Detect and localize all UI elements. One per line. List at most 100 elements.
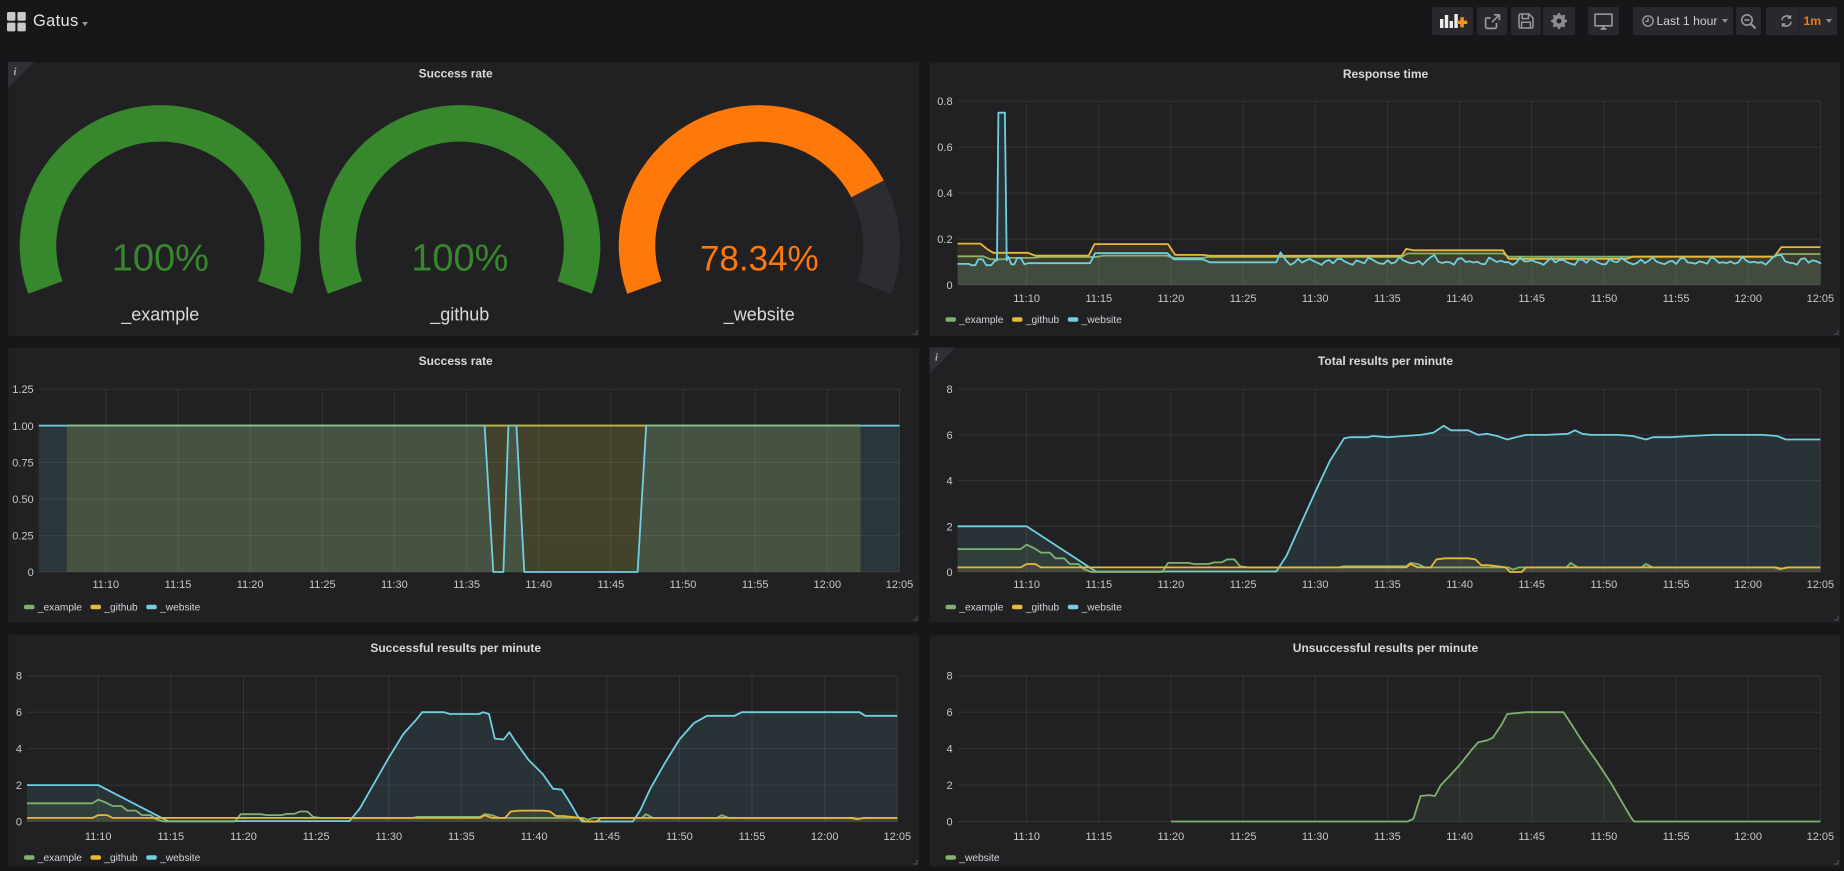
svg-text:_website: _website [1081,603,1123,614]
svg-text:0: 0 [16,817,22,829]
svg-text:11:15: 11:15 [1085,293,1112,305]
svg-text:0.6: 0.6 [937,142,952,154]
svg-text:0.25: 0.25 [12,531,33,543]
svg-text:Response time: Response time [1343,67,1429,81]
svg-text:_website: _website [1081,315,1123,326]
svg-text:100%: 100% [112,238,209,280]
svg-text:12:05: 12:05 [886,579,914,591]
svg-text:11:25: 11:25 [309,579,336,591]
svg-text:11:50: 11:50 [1591,293,1618,305]
svg-text:4: 4 [16,744,22,756]
svg-text:i: i [935,353,938,364]
svg-text:11:25: 11:25 [1230,831,1257,843]
svg-text:12:05: 12:05 [1807,579,1835,591]
svg-text:11:15: 11:15 [165,579,192,591]
svg-text:11:45: 11:45 [598,579,625,591]
svg-text:11:30: 11:30 [1302,579,1329,591]
svg-text:1.25: 1.25 [12,384,33,396]
svg-text:11:30: 11:30 [1302,831,1329,843]
svg-text:11:55: 11:55 [1663,831,1690,843]
svg-text:8: 8 [946,384,952,396]
svg-text:78.34%: 78.34% [700,240,819,279]
svg-text:_github: _github [1025,603,1060,614]
svg-text:11:40: 11:40 [1446,579,1473,591]
svg-text:i: i [14,67,17,78]
svg-text:_website: _website [159,853,201,864]
svg-text:11:10: 11:10 [1013,579,1040,591]
svg-text:1.00: 1.00 [12,421,33,433]
svg-text:0: 0 [946,567,952,579]
svg-text:11:55: 11:55 [742,579,769,591]
svg-text:11:35: 11:35 [453,579,480,591]
svg-text:8: 8 [946,671,952,683]
svg-text:12:00: 12:00 [1734,579,1762,591]
svg-text:11:45: 11:45 [1518,831,1545,843]
svg-text:_github: _github [1025,315,1060,326]
svg-text:6: 6 [946,430,952,442]
svg-text:0.75: 0.75 [12,457,33,469]
svg-text:11:40: 11:40 [521,831,548,843]
svg-text:11:25: 11:25 [303,831,330,843]
svg-text:6: 6 [16,707,22,719]
svg-text:_website: _website [159,603,201,614]
svg-text:Success rate: Success rate [419,67,493,81]
svg-text:11:10: 11:10 [92,579,119,591]
svg-text:0.2: 0.2 [937,234,952,246]
svg-text:6: 6 [946,707,952,719]
svg-text:11:35: 11:35 [1374,579,1401,591]
svg-text:11:20: 11:20 [237,579,264,591]
svg-text:4: 4 [946,476,952,488]
svg-text:0.4: 0.4 [937,188,952,200]
svg-text:12:05: 12:05 [1807,831,1835,843]
svg-text:_example: _example [958,315,1004,326]
svg-text:11:35: 11:35 [1374,831,1401,843]
svg-text:_github: _github [103,853,138,864]
svg-text:Successful results per minute: Successful results per minute [370,641,541,655]
svg-text:4: 4 [946,744,952,756]
svg-text:12:05: 12:05 [1807,293,1835,305]
svg-text:11:15: 11:15 [1085,579,1112,591]
svg-text:11:30: 11:30 [1302,293,1329,305]
svg-text:11:40: 11:40 [1446,831,1473,843]
svg-text:_example: _example [37,603,83,614]
svg-text:Unsuccessful results per minut: Unsuccessful results per minute [1293,641,1479,655]
svg-text:_example: _example [120,305,199,326]
svg-text:11:30: 11:30 [375,831,402,843]
svg-text:11:50: 11:50 [1591,831,1618,843]
svg-text:12:00: 12:00 [811,831,839,843]
svg-text:0.50: 0.50 [12,494,33,506]
svg-text:Success rate: Success rate [419,354,493,368]
svg-text:11:40: 11:40 [1446,293,1473,305]
svg-text:2: 2 [946,780,952,792]
svg-text:11:30: 11:30 [381,579,408,591]
svg-text:11:55: 11:55 [1663,579,1690,591]
svg-text:Total results per minute: Total results per minute [1318,354,1453,368]
svg-text:_example: _example [958,603,1004,614]
svg-text:_website: _website [723,305,795,326]
svg-text:11:45: 11:45 [1518,293,1545,305]
svg-text:_github: _github [429,305,489,326]
svg-text:11:15: 11:15 [157,831,184,843]
svg-text:11:45: 11:45 [1518,579,1545,591]
svg-text:0: 0 [946,280,952,292]
svg-text:11:10: 11:10 [1013,293,1040,305]
svg-text:11:50: 11:50 [670,579,697,591]
svg-text:_website: _website [958,853,1000,864]
svg-text:11:45: 11:45 [593,831,620,843]
svg-text:11:20: 11:20 [1158,293,1185,305]
svg-text:_example: _example [37,853,83,864]
svg-text:8: 8 [16,671,22,683]
svg-text:11:10: 11:10 [85,831,112,843]
svg-text:12:00: 12:00 [814,579,842,591]
svg-text:2: 2 [946,521,952,533]
svg-text:11:20: 11:20 [230,831,257,843]
svg-text:12:05: 12:05 [884,831,912,843]
svg-text:11:50: 11:50 [1591,579,1618,591]
svg-text:11:35: 11:35 [448,831,475,843]
svg-text:11:50: 11:50 [666,831,693,843]
svg-text:100%: 100% [411,238,508,280]
svg-text:12:00: 12:00 [1734,831,1762,843]
svg-text:2: 2 [16,780,22,792]
svg-text:11:55: 11:55 [1663,293,1690,305]
svg-text:11:35: 11:35 [1374,293,1401,305]
